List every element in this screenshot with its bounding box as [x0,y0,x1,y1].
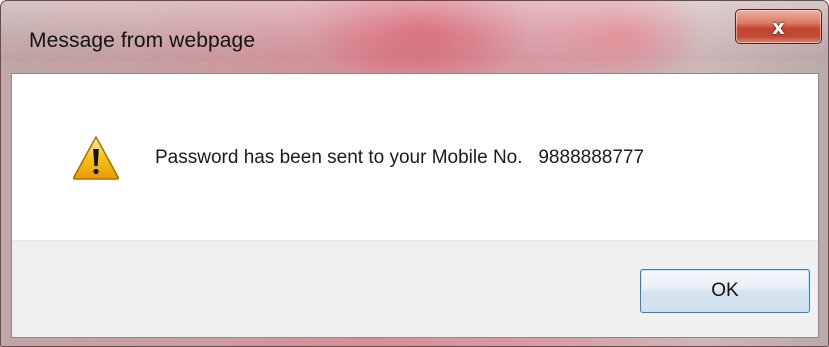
message-dialog: Message from webpage x Password has been… [0,0,829,347]
message-area: Password has been sent to your Mobile No… [12,74,818,241]
ok-button[interactable]: OK [640,269,810,313]
message-text: Password has been sent to your Mobile No… [155,147,645,168]
dialog-body: Password has been sent to your Mobile No… [11,73,819,338]
button-bar: OK [12,240,818,337]
warning-icon [72,136,120,180]
title-bar[interactable]: Message from webpage x [1,1,828,73]
close-button[interactable]: x [735,9,822,44]
dialog-title: Message from webpage [29,29,256,52]
close-icon: x [772,14,785,39]
